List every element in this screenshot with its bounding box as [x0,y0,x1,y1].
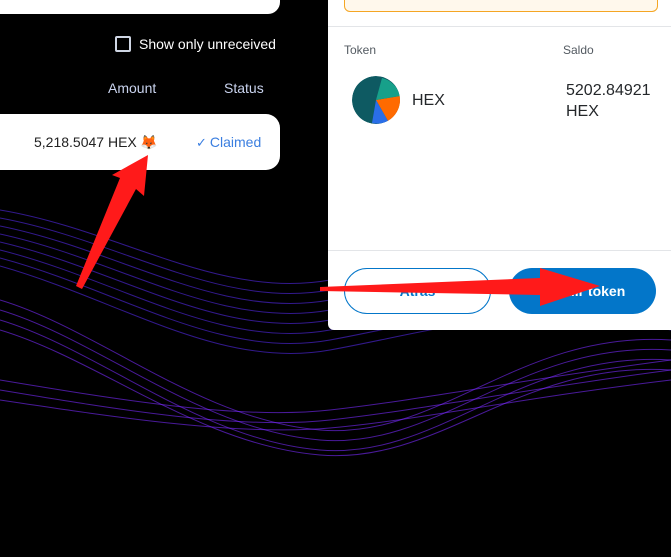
show-unreceived-checkbox[interactable] [115,36,131,52]
show-unreceived-label: Show only unreceived [139,36,276,52]
warning-box [344,0,658,12]
claim-amount: 5,218.5047 HEX [34,134,137,150]
claim-row: 5,218.5047 HEX 🦊 ✓ Claimed [0,114,280,170]
token-balance: 5202.84921 HEX [566,80,651,122]
back-button[interactable]: Atrás [344,268,491,314]
divider [328,26,671,27]
token-balance-amount: 5202.84921 [566,82,651,99]
token-balance-unit: HEX [566,103,599,120]
token-symbol: HEX [412,92,445,109]
add-token-button[interactable]: Añadir token [509,268,656,314]
amount-column-header: Amount [108,80,157,96]
balance-column-header: Saldo [563,43,594,57]
status-column-header: Status [224,80,264,96]
metamask-fox-icon[interactable]: 🦊 [140,134,157,151]
show-unreceived-toggle[interactable]: Show only unreceived [115,36,276,52]
claim-status-label: Claimed [209,134,262,150]
divider [328,250,671,251]
claim-status: ✓ Claimed [196,134,261,151]
hex-token-icon [352,76,400,124]
token-column-header: Token [344,43,377,57]
checkmark-icon: ✓ [196,135,207,150]
wallet-add-token-dialog: Token Saldo HEX 5202.84921 HEX Atrás Aña… [328,0,671,330]
previous-row-card [0,0,280,14]
